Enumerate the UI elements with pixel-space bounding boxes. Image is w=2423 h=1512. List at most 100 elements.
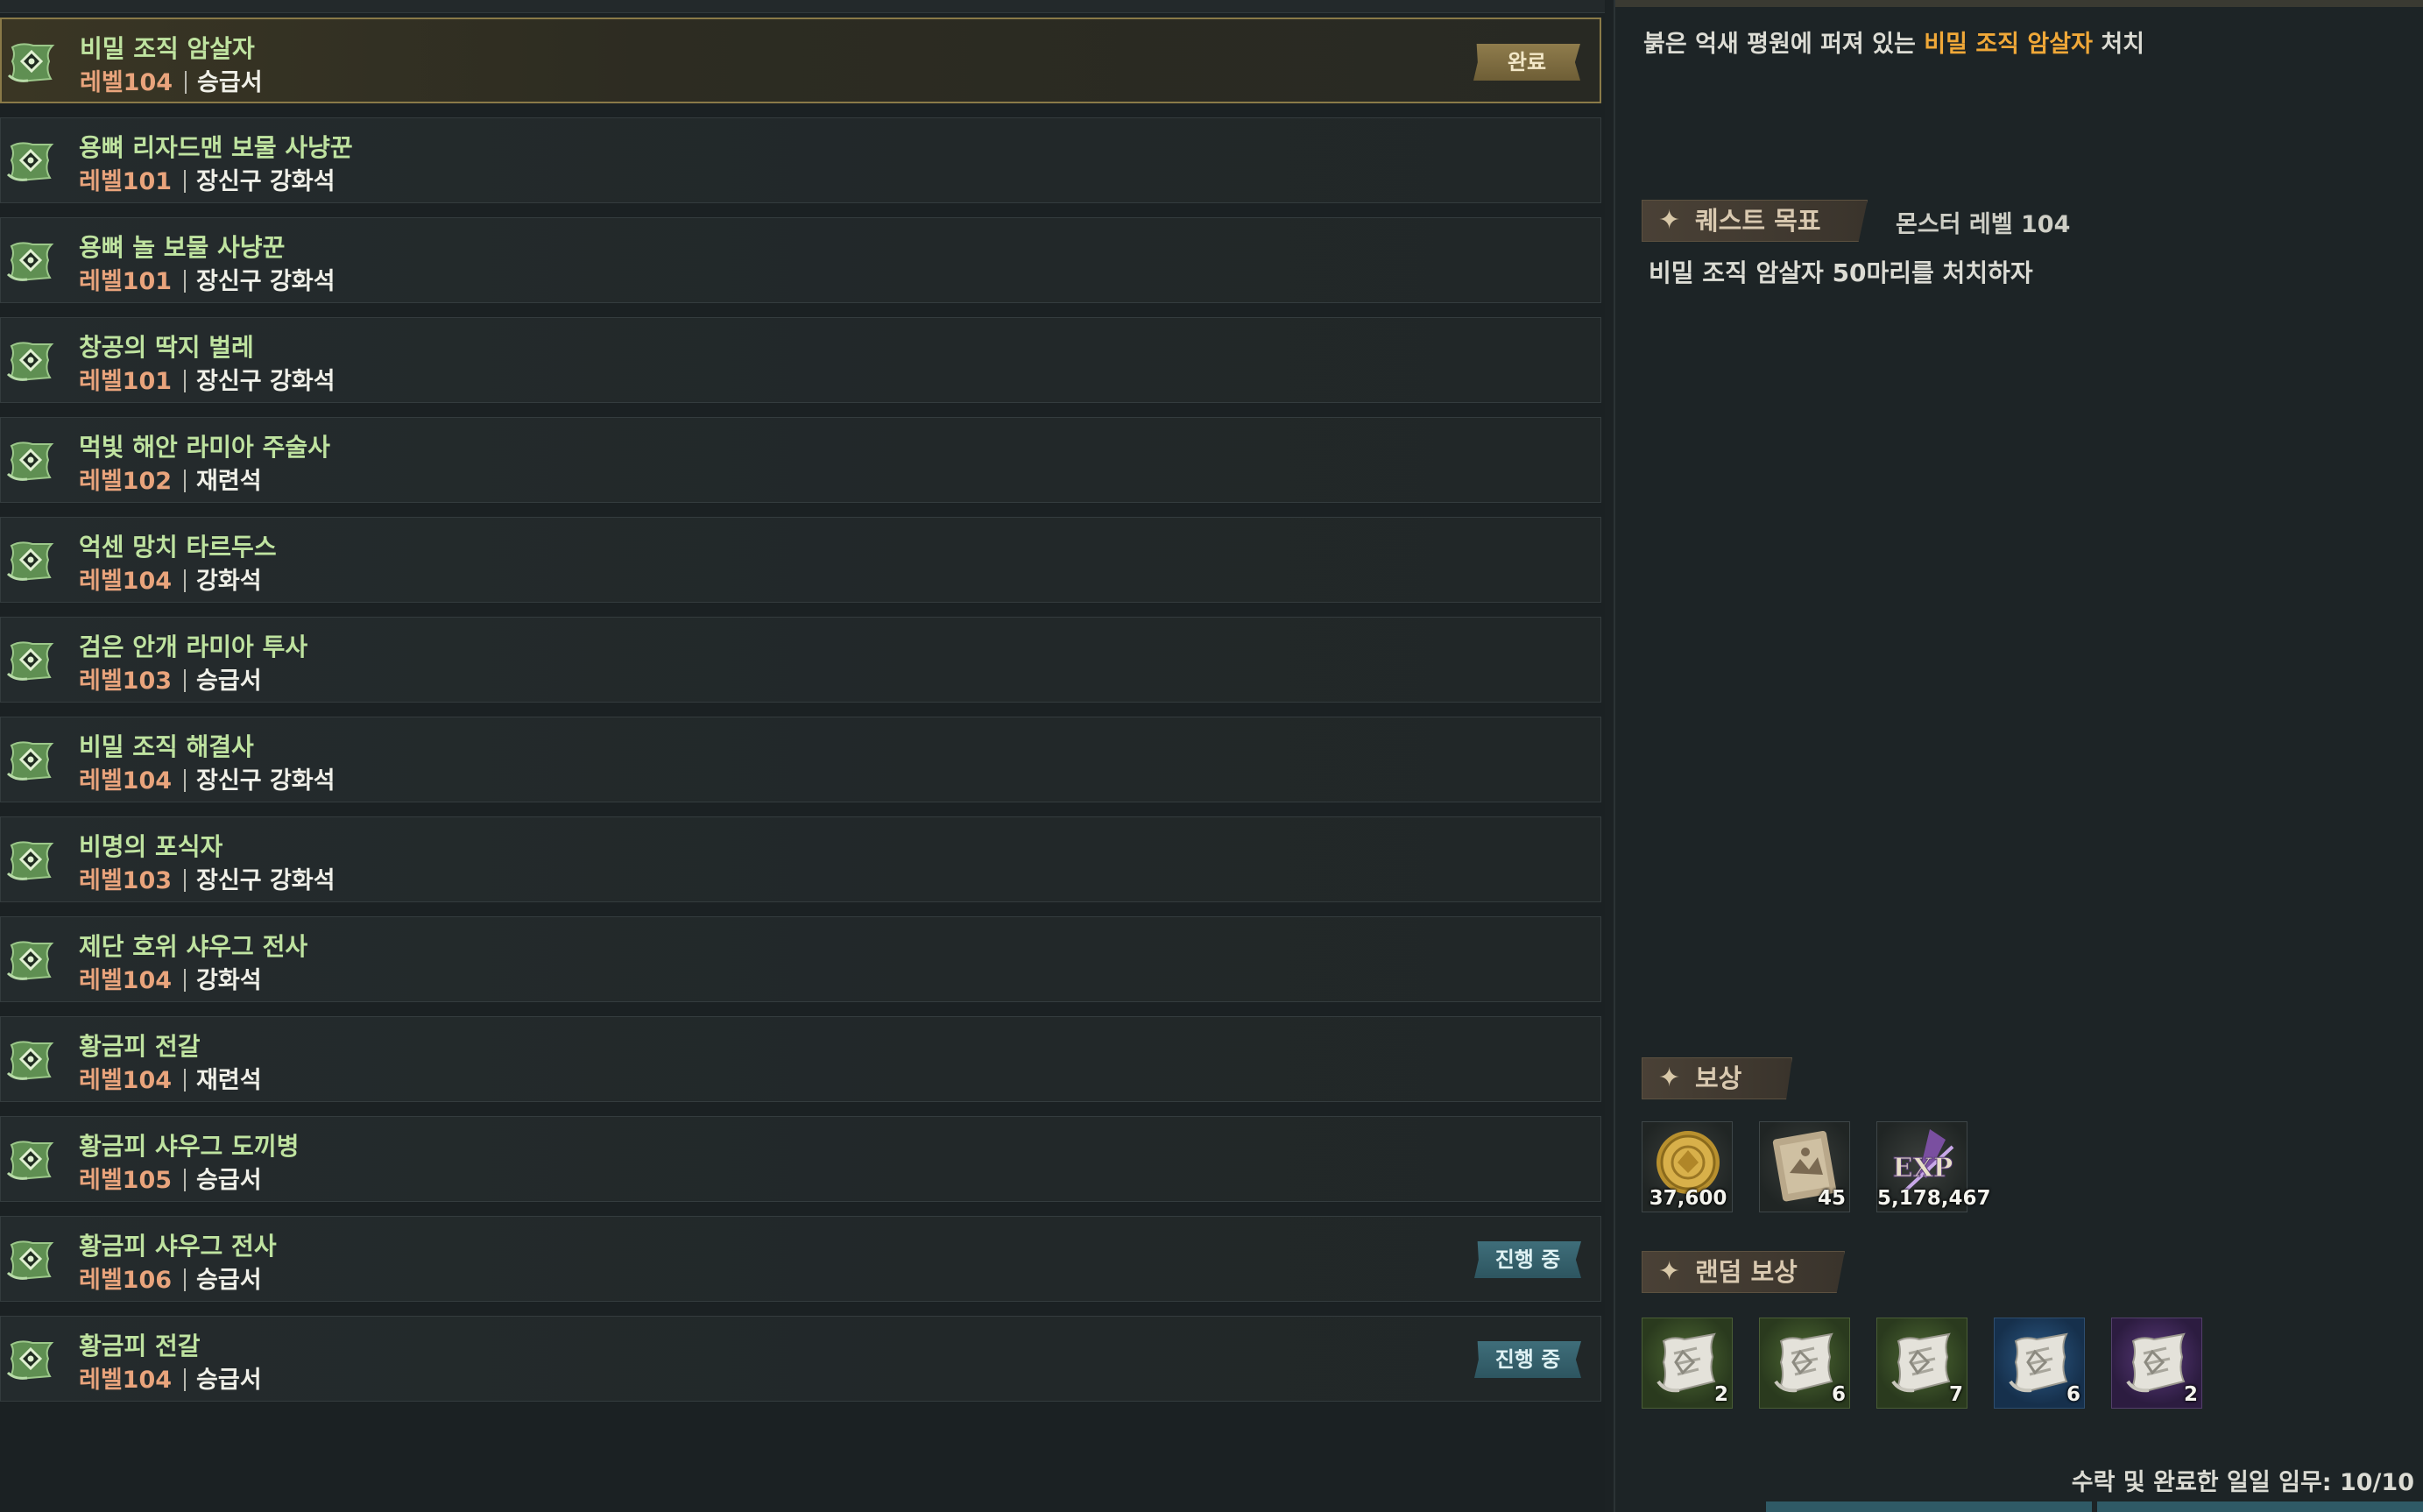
random-reward-slot-purple[interactable]: 2 [2111,1318,2202,1409]
quest-subline: 레벨105 승급서 [79,1161,262,1195]
complete-badge[interactable]: 완료 [1473,44,1580,81]
quest-level: 레벨102 [79,468,173,495]
reward-count: 6 [2066,1383,2080,1406]
quest-reward-type: 재련석 [196,468,262,495]
quest-row[interactable]: 비밀 조직 해결사 레벨104 장신구 강화석 [0,717,1601,802]
monster-level: 몬스터 레벨 104 [1896,211,2071,238]
reward-count: 37,600 [1649,1187,1727,1210]
random-reward-slot-green[interactable]: 2 [1642,1318,1733,1409]
quest-subline: 레벨103 장신구 강화석 [79,861,336,895]
quest-scroll-icon [6,439,57,484]
separator [184,170,187,193]
quest-level: 레벨104 [79,1067,173,1094]
quest-name: 용뼈 리자드맨 보물 사냥꾼 [79,133,353,162]
quest-row[interactable]: 억센 망치 타르두스 레벨104 강화석 [0,517,1601,603]
quest-reward-type: 장신구 강화석 [196,867,336,894]
separator [184,869,187,892]
quest-row[interactable]: 창공의 딱지 벌레 레벨101 장신구 강화석 [0,317,1601,403]
quest-row[interactable]: 황금피 샤우그 전사 레벨106 승급서 진행 중 [0,1216,1601,1302]
panel-top-border [1615,0,2423,7]
separator [184,370,187,392]
quest-reward-type: 장신구 강화석 [196,168,336,195]
quest-scroll-icon [6,639,57,684]
quest-name: 비명의 포식자 [79,832,223,861]
footer-button-right[interactable] [2097,1501,2423,1512]
quest-row[interactable]: 황금피 샤우그 도끼병 레벨105 승급서 [0,1116,1601,1202]
separator [184,969,187,992]
random-reward-slot-green[interactable]: 7 [1876,1318,1967,1409]
quest-level: 레벨105 [79,1167,173,1194]
quest-subline: 레벨103 승급서 [79,661,262,696]
quest-name: 황금피 전갈 [79,1332,201,1360]
quest-description: 붉은 억새 평원에 퍼져 있는 비밀 조직 암살자 처치 [1643,25,2144,59]
objective-text: 비밀 조직 암살자 50마리를 처치하자 [1649,258,2033,287]
quest-level: 레벨103 [79,867,173,894]
separator [185,71,187,94]
quest-subline: 레벨101 장신구 강화석 [79,362,336,396]
quest-row[interactable]: 비명의 포식자 레벨103 장신구 강화석 [0,816,1601,902]
quest-row[interactable]: 황금피 전갈 레벨104 재련석 [0,1016,1601,1102]
separator [184,470,187,492]
quest-scroll-icon [6,938,57,984]
quest-level: 레벨104 [79,1367,173,1394]
reward-slot-exp[interactable]: EXP 5,178,467 [1876,1121,1991,1212]
quest-subline: 레벨104 강화석 [79,961,262,995]
footer-button-left[interactable] [1766,1501,2092,1512]
description-target: 비밀 조직 암살자 [1924,31,2093,58]
reward-count: 2 [1713,1383,1728,1406]
quest-reward-type: 승급서 [196,1167,262,1194]
quest-subline: 레벨101 장신구 강화석 [79,262,336,296]
list-top-strip [0,0,1605,13]
quest-level: 레벨101 [79,168,173,195]
quest-scroll-icon [6,339,57,385]
quest-reward-type: 장신구 강화석 [196,268,336,295]
random-reward-slot-blue[interactable]: 6 [1994,1318,2085,1409]
quest-subline: 레벨104 승급서 [79,1360,262,1395]
quest-name: 용뼈 놀 보물 사냥꾼 [79,233,286,262]
quest-row-selected[interactable]: 비밀 조직 암살자 레벨104 승급서 완료 [0,18,1601,103]
reward-label: 보상 [1695,1063,1742,1093]
quest-subline: 레벨104 재련석 [79,1061,262,1095]
sparkle-icon: ✦ [1658,1063,1681,1093]
objective-section-tag: ✦ 퀘스트 목표 [1642,200,1868,242]
quest-detail-panel: 붉은 억새 평원에 퍼져 있는 비밀 조직 암살자 처치 ✦ 퀘스트 목표 몬스터… [1614,0,2423,1512]
reward-slot-map[interactable]: 45 [1759,1121,1850,1212]
quest-scroll-icon [6,1238,57,1283]
random-reward-slot-green[interactable]: 6 [1759,1318,1850,1409]
reward-count: 6 [1831,1383,1846,1406]
sparkle-icon: ✦ [1658,1256,1681,1287]
quest-level: 레벨104 [79,568,173,595]
separator [184,669,187,692]
reward-count: 5,178,467 [1877,1187,1991,1210]
quest-scroll-icon [6,1038,57,1084]
quest-row[interactable]: 제단 호위 샤우그 전사 레벨104 강화석 [0,916,1601,1002]
separator [184,270,187,293]
quest-scroll-icon [7,40,58,86]
quest-name: 검은 안개 라미아 투사 [79,632,308,661]
quest-name: 비밀 조직 해결사 [79,732,254,761]
quest-reward-type: 승급서 [196,1267,262,1294]
quest-reward-type: 강화석 [196,568,262,595]
quest-level: 레벨104 [79,967,173,994]
quest-subline: 레벨102 재련석 [79,462,262,496]
reward-count: 7 [1948,1383,1963,1406]
daily-task-counter: 수락 및 완료한 일일 임무: 10/10 [2071,1469,2414,1496]
quest-row[interactable]: 검은 안개 라미아 투사 레벨103 승급서 [0,617,1601,703]
quest-name: 억센 망치 타르두스 [79,533,277,562]
description-text: 붉은 억새 평원에 퍼져 있는 [1643,31,1925,58]
quest-row[interactable]: 용뼈 놀 보물 사냥꾼 레벨101 장신구 강화석 [0,217,1601,303]
separator [184,569,187,592]
random-reward-label: 랜덤 보상 [1695,1257,1798,1287]
quest-row[interactable]: 먹빛 해안 라미아 주술사 레벨102 재련석 [0,417,1601,503]
quest-name: 황금피 전갈 [79,1032,201,1061]
in-progress-badge[interactable]: 진행 중 [1474,1341,1581,1378]
quest-row[interactable]: 용뼈 리자드맨 보물 사냥꾼 레벨101 장신구 강화석 [0,117,1601,203]
quest-reward-type: 강화석 [196,967,262,994]
quest-row[interactable]: 황금피 전갈 레벨104 승급서 진행 중 [0,1316,1601,1402]
quest-level: 레벨101 [79,368,173,395]
in-progress-badge[interactable]: 진행 중 [1474,1241,1581,1278]
quest-list: 비밀 조직 암살자 레벨104 승급서 완료 용뼈 리자드맨 보물 사냥꾼 레벨1… [0,0,1605,1512]
quest-subline: 레벨101 장신구 강화석 [79,162,336,196]
reward-slot-gold[interactable]: 37,600 [1642,1121,1733,1212]
objective-label: 퀘스트 목표 [1695,206,1821,236]
